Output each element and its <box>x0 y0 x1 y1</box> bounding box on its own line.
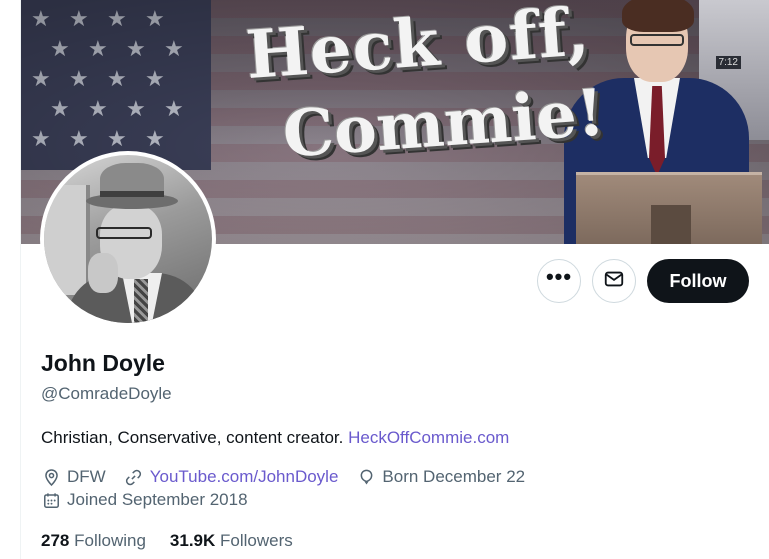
website-link[interactable]: YouTube.com/JohnDoyle <box>150 467 339 487</box>
followers-link[interactable]: 31.9K Followers <box>170 531 293 551</box>
tv-timestamp: 7:12 <box>715 56 741 69</box>
birthday-text: Born December 22 <box>382 467 526 486</box>
profile-meta-joined: Joined September 2018 <box>41 490 266 510</box>
speaker-hair <box>622 0 694 32</box>
joined-text: Joined September 2018 <box>67 490 248 509</box>
following-count: 278 <box>41 531 70 550</box>
followers-count: 31.9K <box>169 531 216 550</box>
balloon-icon <box>356 467 376 487</box>
avatar-hand <box>88 253 118 293</box>
podium-panel <box>651 205 691 244</box>
podium <box>576 172 762 244</box>
location-text: DFW <box>67 467 106 486</box>
follow-button[interactable]: Follow <box>647 259 749 303</box>
avatar-glasses <box>96 227 152 239</box>
location-item: DFW <box>41 467 106 487</box>
website-item: YouTube.com/JohnDoyle <box>124 467 339 487</box>
envelope-icon <box>603 268 625 295</box>
banner-headline: Heck off, Commie! <box>206 0 635 173</box>
more-icon: ••• <box>545 264 573 289</box>
calendar-icon <box>41 490 61 510</box>
link-icon <box>124 467 144 487</box>
following-link[interactable]: 278 Following <box>41 531 146 551</box>
bio-link[interactable]: HeckOffCommie.com <box>348 428 509 447</box>
user-handle: @ComradeDoyle <box>41 384 172 403</box>
avatar-hat-band <box>100 191 164 197</box>
profile-page: ★ ★ ★ ★ ★ ★ ★ ★ ★ ★ ★ ★ ★ ★ ★ ★ ★ ★ ★ ★ … <box>0 0 769 559</box>
bio-text: Christian, Conservative, content creator… <box>41 428 349 447</box>
message-button[interactable] <box>592 259 636 303</box>
avatar-photo <box>44 155 212 323</box>
display-name: John Doyle <box>41 350 165 376</box>
joined-item: Joined September 2018 <box>41 490 248 510</box>
following-label: Following <box>74 531 146 550</box>
avatar[interactable] <box>40 151 216 327</box>
profile-meta: DFW YouTube.com/JohnDoyle Born December … <box>41 467 543 487</box>
location-pin-icon <box>41 467 61 487</box>
avatar-window <box>44 185 90 295</box>
birthday-item: Born December 22 <box>356 467 525 487</box>
speaker-glasses <box>630 34 684 46</box>
avatar-tie <box>134 279 148 323</box>
followers-label: Followers <box>220 531 293 550</box>
follow-counts: 278 Following 31.9K Followers <box>41 531 317 551</box>
more-button[interactable]: ••• <box>537 259 581 303</box>
bio: Christian, Conservative, content creator… <box>41 428 509 448</box>
